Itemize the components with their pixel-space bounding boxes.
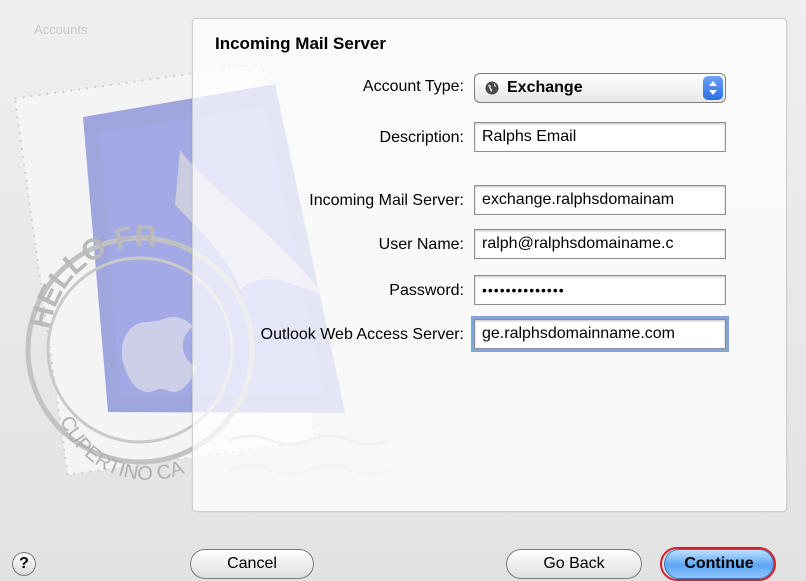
go-back-button[interactable]: Go Back xyxy=(506,549,642,579)
account-type-select[interactable]: Exchange xyxy=(474,73,726,103)
incoming-mail-server-field[interactable]: exchange.ralphsdomainam xyxy=(474,185,726,215)
owa-server-label: Outlook Web Access Server: xyxy=(260,326,464,343)
description-label: Description: xyxy=(379,129,464,146)
owa-server-field[interactable]: ge.ralphsdomainname.com xyxy=(471,316,729,352)
cancel-button[interactable]: Cancel xyxy=(190,549,314,579)
description-field[interactable]: Ralphs Email xyxy=(474,122,726,152)
user-name-field[interactable]: ralph@ralphsdomainame.c xyxy=(474,229,726,259)
select-stepper[interactable] xyxy=(703,76,723,100)
account-type-label: Account Type: xyxy=(362,78,464,95)
password-label: Password: xyxy=(389,282,464,299)
continue-highlight-annotation xyxy=(660,547,776,581)
help-button[interactable]: ? xyxy=(12,552,36,576)
password-field[interactable]: •••••••••••••• xyxy=(474,275,726,305)
account-type-value: Exchange xyxy=(507,79,583,96)
user-name-label: User Name: xyxy=(378,236,464,253)
panel-title: Incoming Mail Server xyxy=(215,34,386,53)
updown-arrows-icon xyxy=(709,81,717,95)
globe-icon xyxy=(485,81,499,95)
incoming-mail-server-label: Incoming Mail Server: xyxy=(309,192,464,209)
